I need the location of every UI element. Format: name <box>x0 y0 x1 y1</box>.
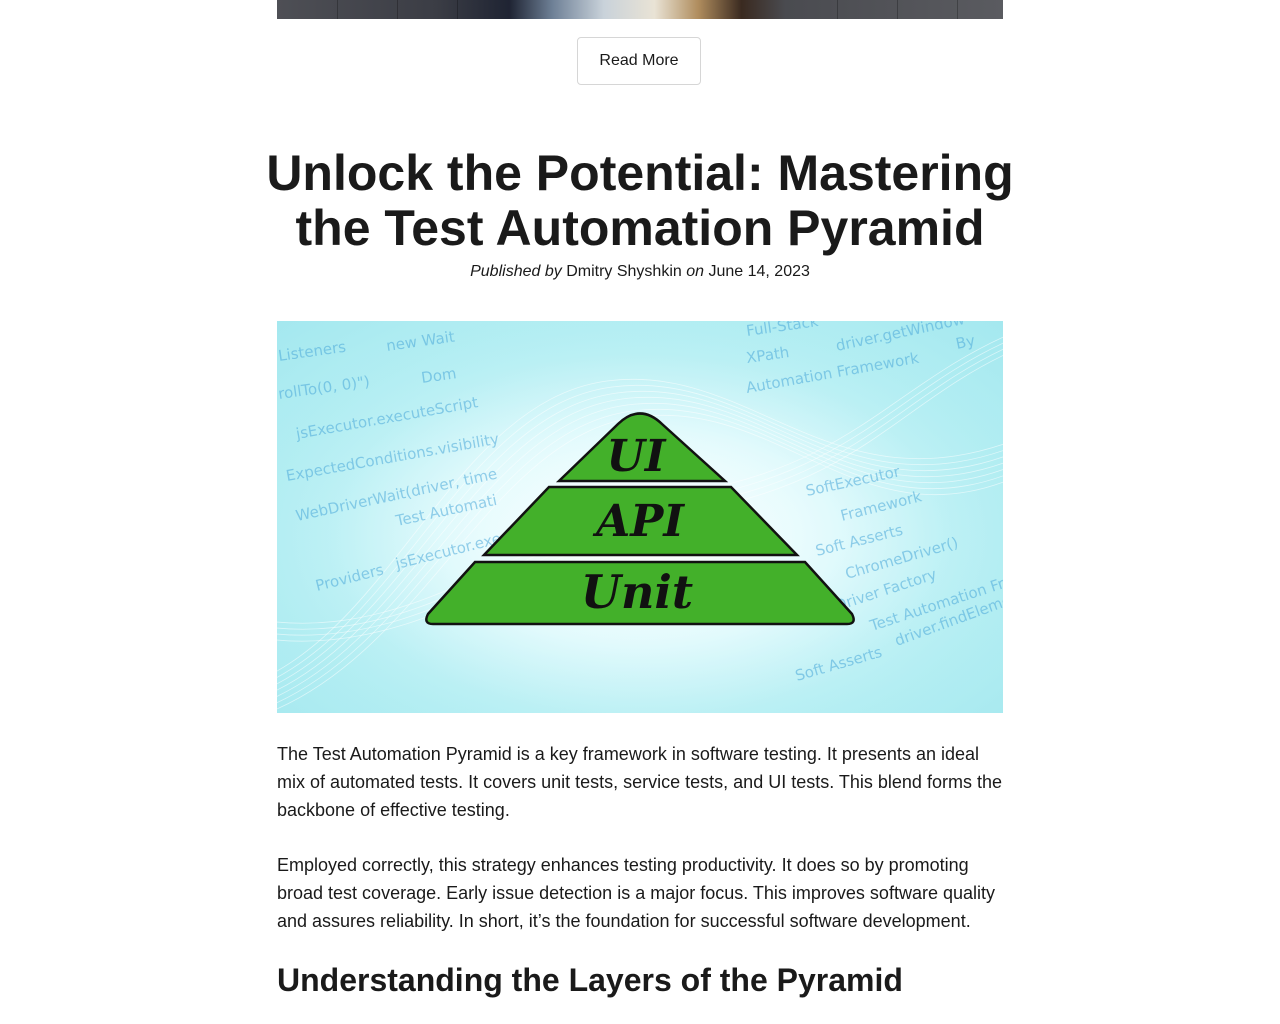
on-label: on <box>686 263 705 280</box>
intro-paragraph: The Test Automation Pyramid is a key fra… <box>277 744 1002 820</box>
pyramid-label-ui: UI <box>607 431 667 482</box>
section-heading: Understanding the Layers of the Pyramid <box>277 962 903 998</box>
read-more-button[interactable]: Read More <box>577 37 701 85</box>
pyramid-label-unit: Unit <box>581 565 693 619</box>
post-title[interactable]: Unlock the Potential: Mastering the Test… <box>250 146 1030 256</box>
published-by-label: Published by <box>470 263 562 280</box>
post-byline: Published by Dmitry Shyshkin on June 14,… <box>277 263 1003 281</box>
hero-image: Listeners new Wait Full-Stack driver.get… <box>277 321 1003 713</box>
second-paragraph: Employed correctly, this strategy enhanc… <box>277 855 995 931</box>
author-name[interactable]: Dmitry Shyshkin <box>566 263 682 280</box>
hero-illustration: Listeners new Wait Full-Stack driver.get… <box>277 321 1003 713</box>
publish-date: June 14, 2023 <box>708 263 810 280</box>
previous-post-image[interactable] <box>277 0 1003 19</box>
pyramid-label-api: API <box>592 496 685 547</box>
